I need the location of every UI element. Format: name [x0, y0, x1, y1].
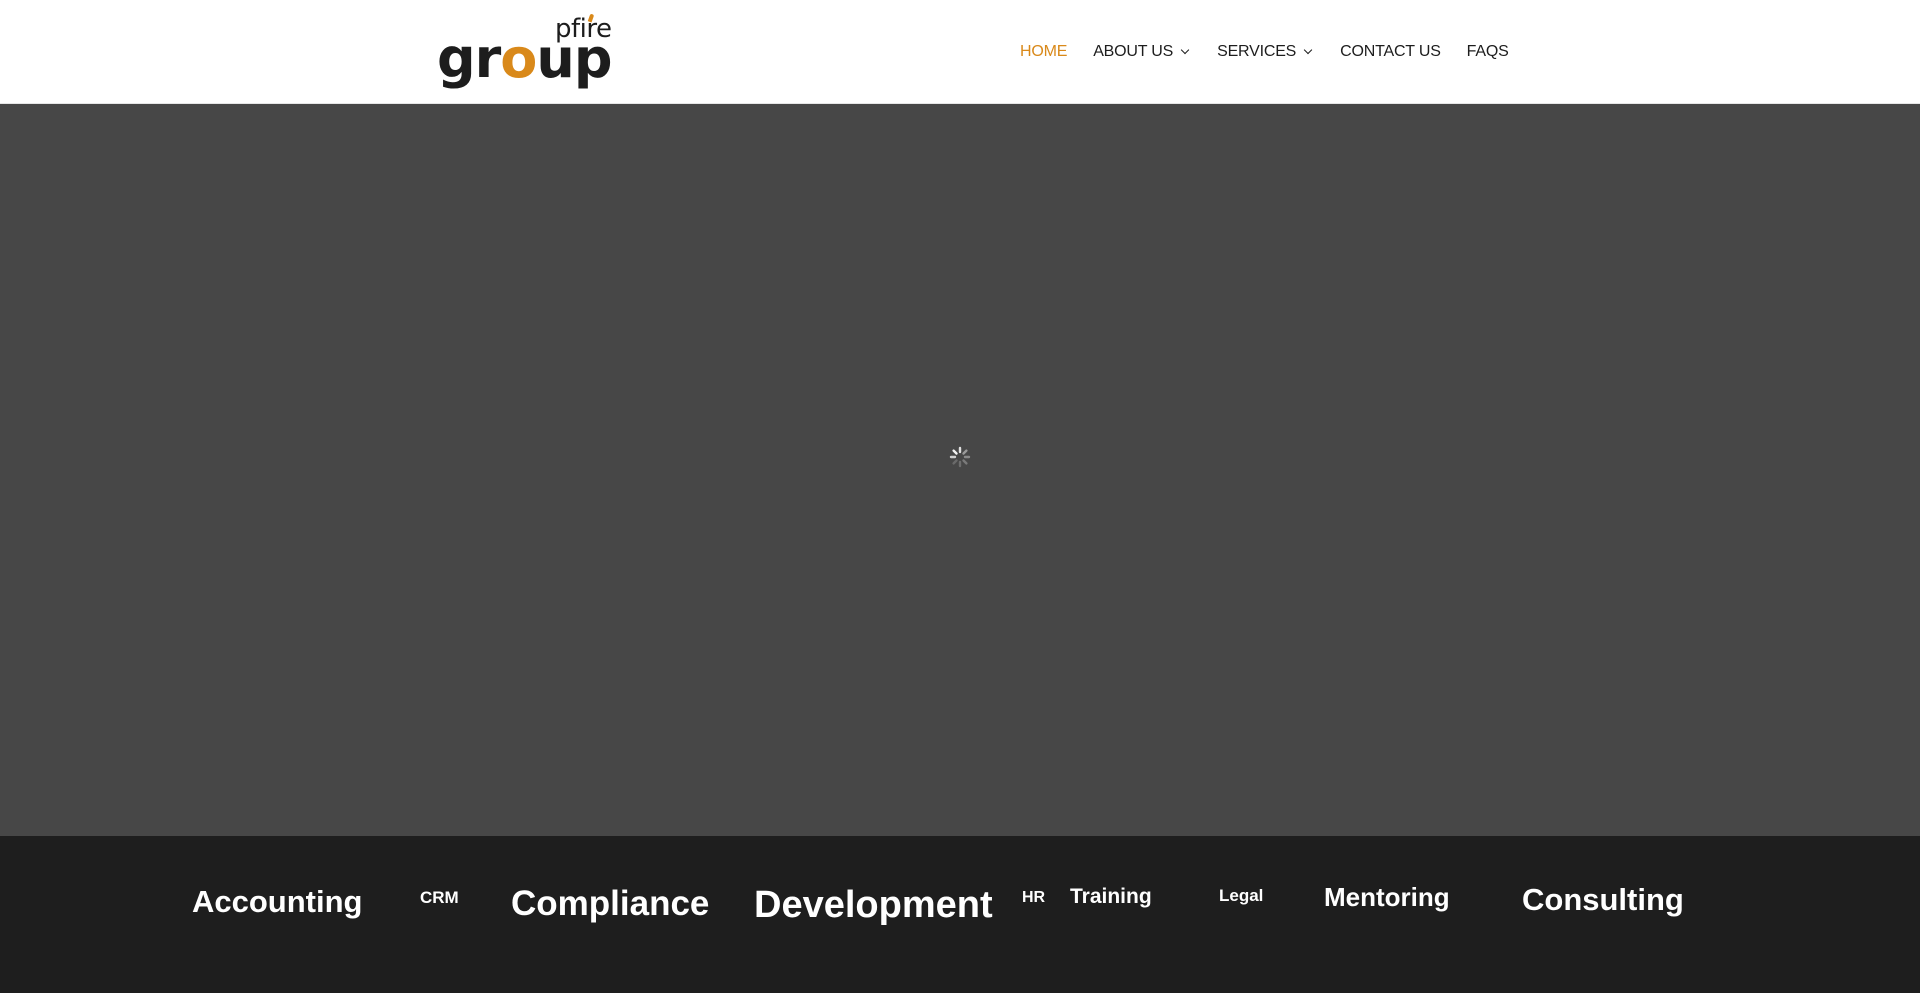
service-tag-mentoring[interactable]: Mentoring — [1324, 884, 1450, 910]
site-logo[interactable]: pfire group — [437, 13, 621, 86]
chevron-down-icon — [1179, 46, 1191, 58]
logo-wordmark-part2: up — [536, 27, 612, 90]
service-tag-legal[interactable]: Legal — [1219, 887, 1263, 904]
site-header: pfire group HOME ABOUT US SERVICES CONTA… — [0, 0, 1920, 104]
nav-item-faqs[interactable]: FAQS — [1467, 43, 1509, 61]
service-tag-hr[interactable]: HR — [1022, 890, 1045, 906]
main-nav: HOME ABOUT US SERVICES CONTACT US FAQS — [1020, 40, 1509, 64]
service-tag-accounting[interactable]: Accounting — [192, 886, 363, 917]
service-tag-consulting[interactable]: Consulting — [1522, 884, 1684, 915]
services-band: Accounting CRM Compliance Development HR… — [0, 836, 1920, 993]
logo-wordmark-part1: gr — [437, 27, 501, 90]
service-tag-training[interactable]: Training — [1070, 886, 1152, 907]
hero-slider — [0, 104, 1920, 836]
service-tag-compliance[interactable]: Compliance — [511, 886, 709, 921]
logo-wordmark: group — [437, 32, 613, 86]
service-tag-development[interactable]: Development — [754, 886, 993, 924]
service-tag-crm[interactable]: CRM — [420, 889, 459, 906]
nav-item-services[interactable]: SERVICES — [1217, 43, 1314, 61]
loading-spinner-icon — [949, 446, 971, 468]
nav-item-label: ABOUT US — [1093, 43, 1174, 60]
nav-item-label: SERVICES — [1217, 43, 1297, 60]
logo-wordmark-accent: o — [500, 27, 537, 90]
nav-item-label: FAQS — [1466, 43, 1509, 60]
nav-item-label: CONTACT US — [1340, 43, 1441, 60]
nav-item-about-us[interactable]: ABOUT US — [1093, 43, 1191, 61]
nav-item-label: HOME — [1020, 43, 1068, 60]
nav-item-contact-us[interactable]: CONTACT US — [1340, 43, 1441, 61]
chevron-down-icon — [1302, 46, 1314, 58]
nav-item-home[interactable]: HOME — [1020, 43, 1067, 61]
